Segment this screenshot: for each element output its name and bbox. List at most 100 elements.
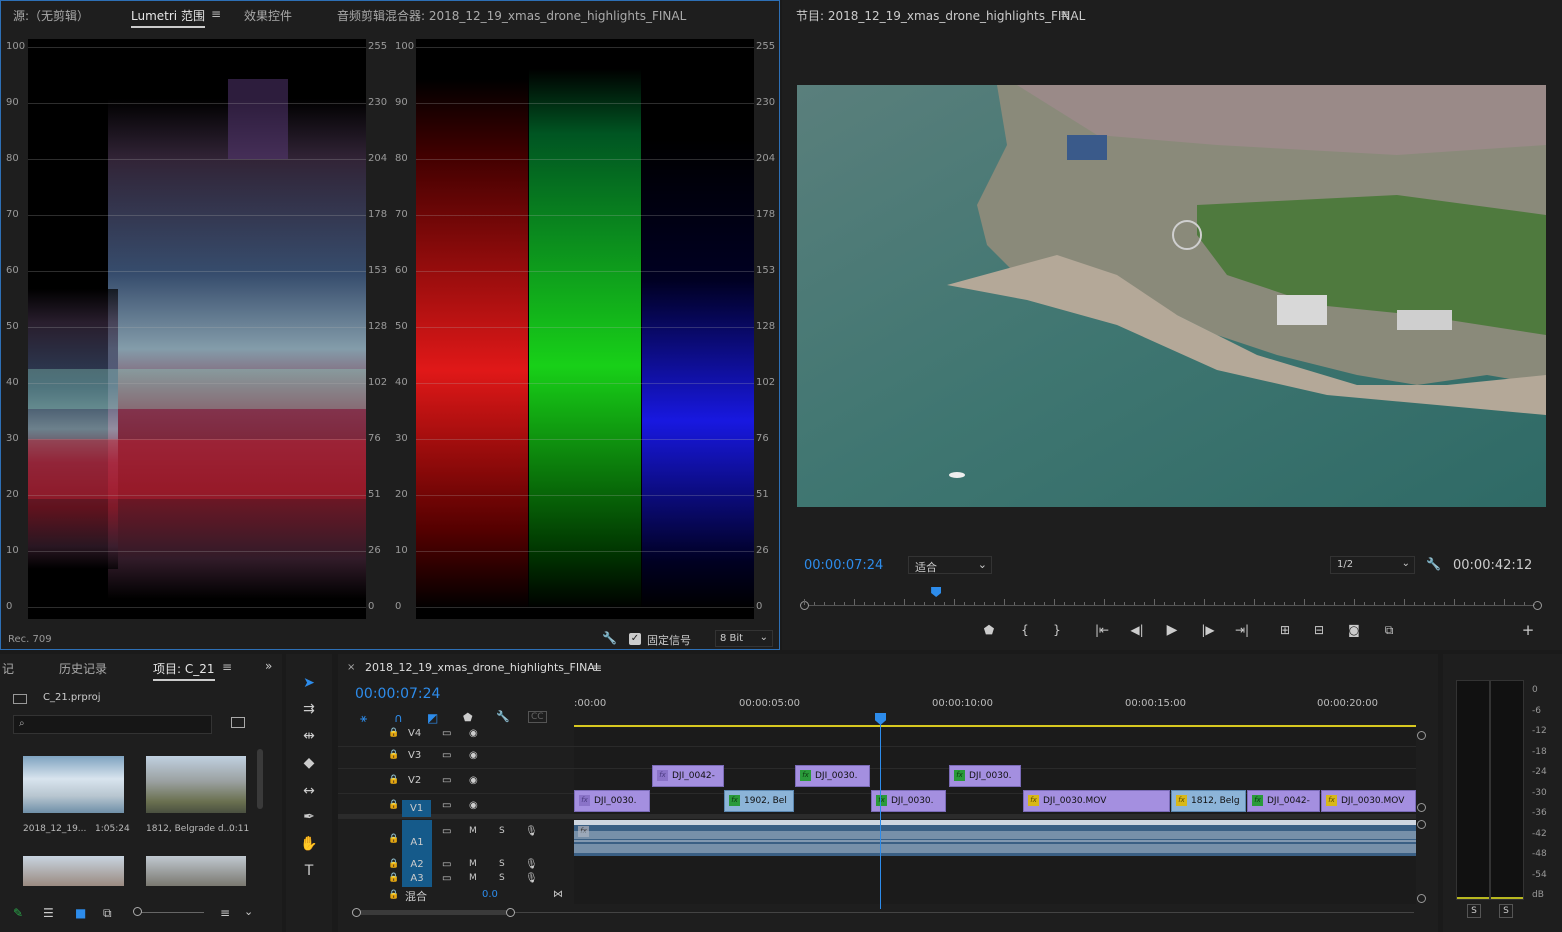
timeline-timecode[interactable]: 00:00:07:24 [355, 686, 440, 702]
tab-markers[interactable]: 记 [2, 660, 14, 677]
scrollbar-thumb[interactable] [352, 910, 512, 915]
tab-project[interactable]: 项目: C_21 [153, 660, 215, 681]
timeline-clip[interactable]: fx DJI_0030.MOV [1321, 790, 1416, 812]
program-playhead[interactable] [931, 587, 942, 597]
linked-selection-icon[interactable]: ∩ [394, 711, 403, 725]
microphone-icon[interactable]: 🎙 [525, 859, 538, 870]
export-frame-camera-icon[interactable]: ◙ [1344, 622, 1364, 638]
go-to-out-icon[interactable]: ⇥| [1232, 622, 1252, 638]
eye-icon[interactable]: ◉ [469, 800, 478, 811]
timeline-clip[interactable]: fx DJI_0030. [949, 765, 1021, 787]
project-item-thumbnail[interactable] [23, 756, 124, 813]
mute-button[interactable]: M [469, 826, 477, 836]
nest-icon[interactable]: ◩ [427, 711, 438, 725]
scroll-handle-left[interactable] [352, 908, 361, 917]
settings-wrench-icon[interactable]: 🔧 [496, 710, 510, 723]
sequence-tab-title[interactable]: 2018_12_19_xmas_drone_highlights_FINAL [365, 661, 601, 674]
eye-icon[interactable]: ◉ [469, 728, 478, 739]
solo-button[interactable]: S [499, 873, 505, 883]
timeline-clip[interactable]: fx DJI_0030. [574, 790, 650, 812]
toggle-sync-lock-icon[interactable]: ▭ [442, 826, 451, 837]
track-resize-handle[interactable] [1417, 820, 1426, 829]
program-scrub-bar[interactable] [800, 587, 1542, 615]
list-view-icon[interactable]: ☰ [43, 906, 54, 920]
lock-icon[interactable]: 🔒 [388, 890, 399, 900]
chevron-down-icon[interactable]: ⌄ [244, 905, 253, 918]
timeline-clip[interactable]: fx DJI_0030. [795, 765, 870, 787]
play-icon[interactable]: ▶ [1162, 622, 1182, 638]
panel-menu-icon[interactable]: ≡ [211, 7, 221, 21]
solo-button[interactable]: S [499, 859, 505, 869]
type-tool-icon[interactable]: T [298, 860, 320, 882]
resolution-dropdown[interactable]: 1/2 ⌄ [1330, 556, 1415, 574]
tab-lumetri-scopes[interactable]: Lumetri 范围 [131, 7, 205, 28]
bit-depth-dropdown[interactable]: 8 Bit ⌄ [715, 630, 773, 647]
solo-left-button[interactable]: S [1467, 904, 1481, 918]
captions-icon[interactable]: CC [528, 711, 547, 723]
lock-icon[interactable]: 🔒 [388, 800, 399, 810]
mute-button[interactable]: M [469, 873, 477, 883]
eye-icon[interactable]: ◉ [469, 750, 478, 761]
audio-clip-a1[interactable]: fx [574, 820, 1416, 856]
project-scrollbar[interactable] [257, 749, 263, 809]
time-ruler[interactable]: :00:00 00:00:05:00 00:00:10:00 00:00:15:00 0… [574, 694, 1416, 727]
extract-icon[interactable]: ⊟ [1309, 622, 1329, 638]
zoom-slider-handle[interactable] [133, 907, 142, 916]
tab-audio-clip-mixer[interactable]: 音频剪辑混合器: 2018_12_19_xmas_drone_highlight… [337, 7, 686, 24]
tab-effect-controls[interactable]: 效果控件 [244, 7, 292, 24]
lock-icon[interactable]: 🔒 [388, 834, 399, 844]
microphone-icon[interactable]: 🎙 [525, 826, 538, 837]
pen-tool-icon[interactable]: ✒ [298, 806, 320, 828]
sort-icon[interactable]: ≡ [220, 906, 230, 920]
track-label-v3[interactable]: V3 [408, 750, 421, 761]
mute-button[interactable]: M [469, 859, 477, 869]
lock-icon[interactable]: 🔒 [388, 775, 399, 785]
timeline-clip[interactable]: fx DJI_0042- [652, 765, 724, 787]
project-item-thumbnail[interactable] [146, 856, 246, 886]
toggle-sync-lock-icon[interactable]: ▭ [442, 859, 451, 870]
expand-panels-icon[interactable]: » [265, 659, 272, 673]
timeline-clip[interactable]: fx 1902, Bel [724, 790, 794, 812]
mark-out-icon[interactable]: } [1047, 622, 1067, 638]
settings-wrench-icon[interactable]: 🔧 [1426, 557, 1441, 571]
track-resize-handle[interactable] [1417, 731, 1426, 740]
add-button-icon[interactable]: + [1518, 622, 1538, 638]
toggle-sync-lock-icon[interactable]: ▭ [442, 873, 451, 884]
lift-icon[interactable]: ⊞ [1275, 622, 1295, 638]
go-to-in-icon[interactable]: |⇤ [1092, 622, 1112, 638]
project-item-thumbnail[interactable] [146, 756, 246, 813]
solo-button[interactable]: S [499, 826, 505, 836]
timeline-clip[interactable]: fx 1812, Belg [1171, 790, 1246, 812]
panel-menu-icon[interactable]: ≡ [592, 661, 602, 675]
microphone-icon[interactable]: 🎙 [525, 873, 538, 884]
snap-icon[interactable]: ⚹ [360, 711, 367, 726]
program-video-frame[interactable] [797, 85, 1546, 507]
timeline-clip[interactable]: fx DJI_0030.MOV [1023, 790, 1170, 812]
lock-icon[interactable]: 🔒 [388, 859, 399, 869]
add-marker-icon[interactable]: ⬟ [979, 622, 999, 638]
track-resize-handle[interactable] [1417, 803, 1426, 812]
step-back-icon[interactable]: ◀| [1127, 622, 1147, 638]
program-timecode[interactable]: 00:00:07:24 [804, 558, 883, 573]
close-icon[interactable]: × [347, 662, 355, 673]
lock-icon[interactable]: 🔒 [388, 873, 399, 883]
mix-value[interactable]: 0.0 [482, 889, 498, 900]
timeline-horizontal-scrollbar[interactable] [352, 908, 1414, 918]
toggle-sync-lock-icon[interactable]: ▭ [442, 800, 451, 811]
tab-source[interactable]: 源:（无剪辑） [13, 7, 89, 24]
panel-menu-icon[interactable]: ≡ [222, 660, 232, 674]
scroll-handle-right[interactable] [506, 908, 515, 917]
eye-icon[interactable]: ◉ [469, 775, 478, 786]
slip-tool-icon[interactable]: ↔ [298, 780, 320, 802]
solo-right-button[interactable]: S [1499, 904, 1513, 918]
tab-history[interactable]: 历史记录 [59, 660, 107, 677]
new-bin-icon[interactable] [231, 717, 245, 728]
track-label-v2[interactable]: V2 [408, 775, 421, 786]
toggle-sync-lock-icon[interactable]: ▭ [442, 728, 451, 739]
panel-menu-icon[interactable]: ≡ [1060, 7, 1070, 21]
clamp-signal-checkbox[interactable]: ✓ [629, 633, 641, 645]
hand-tool-icon[interactable]: ✋ [298, 833, 320, 855]
zoom-slider[interactable] [134, 912, 204, 913]
settings-wrench-icon[interactable]: 🔧 [602, 631, 617, 645]
step-forward-icon[interactable]: |▶ [1198, 622, 1218, 638]
